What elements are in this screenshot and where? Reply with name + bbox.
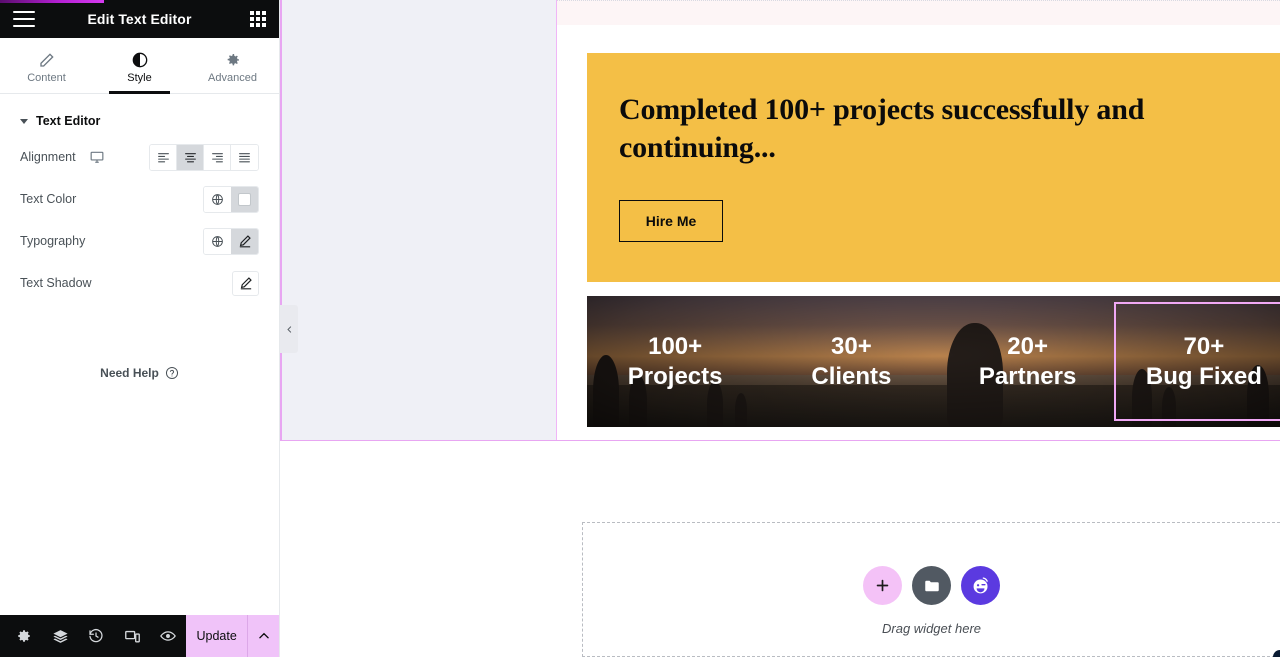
- gear-icon: [225, 51, 241, 68]
- selection-strip: [557, 0, 1280, 25]
- control-alignment: Alignment: [0, 136, 279, 178]
- history-icon[interactable]: [78, 615, 114, 657]
- selection-bottom-edge: [280, 440, 1280, 441]
- stat-item[interactable]: 30+ Clients: [763, 331, 939, 392]
- control-typography-label: Typography: [20, 234, 86, 248]
- add-widget-icon[interactable]: [863, 566, 902, 605]
- chevron-up-icon[interactable]: [247, 615, 279, 657]
- stat-item-selected[interactable]: 70+ Bug Fixed: [1113, 301, 1280, 421]
- control-typography: Typography: [0, 220, 279, 262]
- layers-icon[interactable]: [42, 615, 78, 657]
- control-alignment-label: Alignment: [20, 150, 76, 164]
- update-button[interactable]: Update: [186, 615, 248, 657]
- editor-canvas: Completed 100+ projects successfully and…: [280, 0, 1280, 657]
- stat-item[interactable]: 20+ Partners: [940, 331, 1116, 392]
- text-shadow-edit-button[interactable]: [232, 270, 259, 296]
- panel-body: Text Editor Alignment Text Color Typogra…: [0, 94, 279, 615]
- selected-column-highlight[interactable]: [280, 0, 557, 441]
- panel-footer: Update: [0, 615, 279, 657]
- panel-collapse-handle[interactable]: [280, 305, 298, 353]
- align-right-button[interactable]: [204, 144, 231, 170]
- selection-edge: [280, 0, 282, 441]
- need-help-link[interactable]: Need Help: [0, 366, 279, 380]
- stats-banner: 100+ Projects 30+ Clients 20+ Partners 7…: [587, 295, 1280, 427]
- align-center-button[interactable]: [177, 144, 204, 170]
- stat-number: 30+: [831, 332, 872, 360]
- stat-number: 100+: [648, 332, 703, 360]
- section-text-editor[interactable]: Text Editor: [0, 94, 279, 136]
- stat-number: 70+: [1183, 332, 1225, 360]
- stat-label: Partners: [978, 362, 1077, 390]
- color-chip: [238, 192, 251, 206]
- hire-me-button[interactable]: Hire Me: [619, 199, 723, 242]
- text-color-group: [203, 185, 259, 213]
- preview-icon[interactable]: [150, 615, 186, 657]
- section-title: Text Editor: [36, 114, 101, 128]
- stat-label: Projects: [627, 362, 723, 390]
- hero-heading: Completed 100+ projects successfully and…: [619, 93, 1145, 165]
- align-left-button[interactable]: [150, 144, 177, 170]
- ai-face-icon[interactable]: [961, 566, 1000, 605]
- stat-label: Bug Fixed: [1145, 362, 1262, 390]
- hamburger-icon[interactable]: [13, 11, 35, 27]
- tab-advanced-label: Advanced: [208, 72, 257, 84]
- control-text-shadow-label: Text Shadow: [20, 276, 92, 290]
- panel-tabs: Content Style Advanced: [0, 38, 279, 94]
- typography-group: [203, 227, 259, 255]
- settings-icon[interactable]: [6, 615, 42, 657]
- need-help-label: Need Help: [100, 366, 159, 380]
- widget-dropzone[interactable]: Drag widget here: [582, 522, 1280, 657]
- stat-label: Clients: [811, 362, 892, 390]
- hero-banner[interactable]: Completed 100+ projects successfully and…: [587, 53, 1280, 282]
- loading-progress-bar: [0, 0, 104, 3]
- pencil-icon: [39, 51, 55, 68]
- folder-template-icon[interactable]: [912, 566, 951, 605]
- control-text-color-label: Text Color: [20, 192, 77, 206]
- tab-style[interactable]: Style: [93, 38, 186, 94]
- tab-advanced[interactable]: Advanced: [186, 38, 279, 93]
- footer-tools: [0, 615, 186, 657]
- control-text-color: Text Color: [0, 178, 279, 220]
- question-circle-icon: [165, 366, 179, 380]
- globe-icon[interactable]: [204, 186, 231, 212]
- editor-panel: Edit Text Editor Content Style Advanced …: [0, 0, 280, 657]
- tab-style-label: Style: [127, 72, 152, 84]
- page-content: Completed 100+ projects successfully and…: [587, 53, 1280, 427]
- responsive-icon[interactable]: [114, 615, 150, 657]
- panel-header: Edit Text Editor: [0, 0, 279, 38]
- dropzone-buttons: [863, 566, 1000, 605]
- control-text-shadow: Text Shadow: [0, 262, 279, 304]
- caret-down-icon: [20, 118, 28, 124]
- dropzone-label: Drag widget here: [882, 621, 981, 636]
- page-title: Edit Text Editor: [87, 11, 192, 27]
- stat-number: 20+: [1007, 332, 1048, 360]
- text-color-swatch[interactable]: [231, 186, 258, 212]
- grid-apps-icon[interactable]: [250, 11, 266, 27]
- resize-corner-handle[interactable]: [1264, 641, 1280, 657]
- tab-content[interactable]: Content: [0, 38, 93, 93]
- elementor-editor: Edit Text Editor Content Style Advanced …: [0, 0, 1280, 657]
- stat-item[interactable]: 100+ Projects: [587, 331, 763, 392]
- globe-icon[interactable]: [204, 228, 231, 254]
- tab-content-label: Content: [27, 72, 66, 84]
- typography-edit-button[interactable]: [231, 228, 258, 254]
- contrast-icon: [132, 51, 148, 68]
- alignment-button-group: [149, 143, 259, 171]
- align-justify-button[interactable]: [231, 144, 258, 170]
- desktop-icon[interactable]: [90, 150, 104, 164]
